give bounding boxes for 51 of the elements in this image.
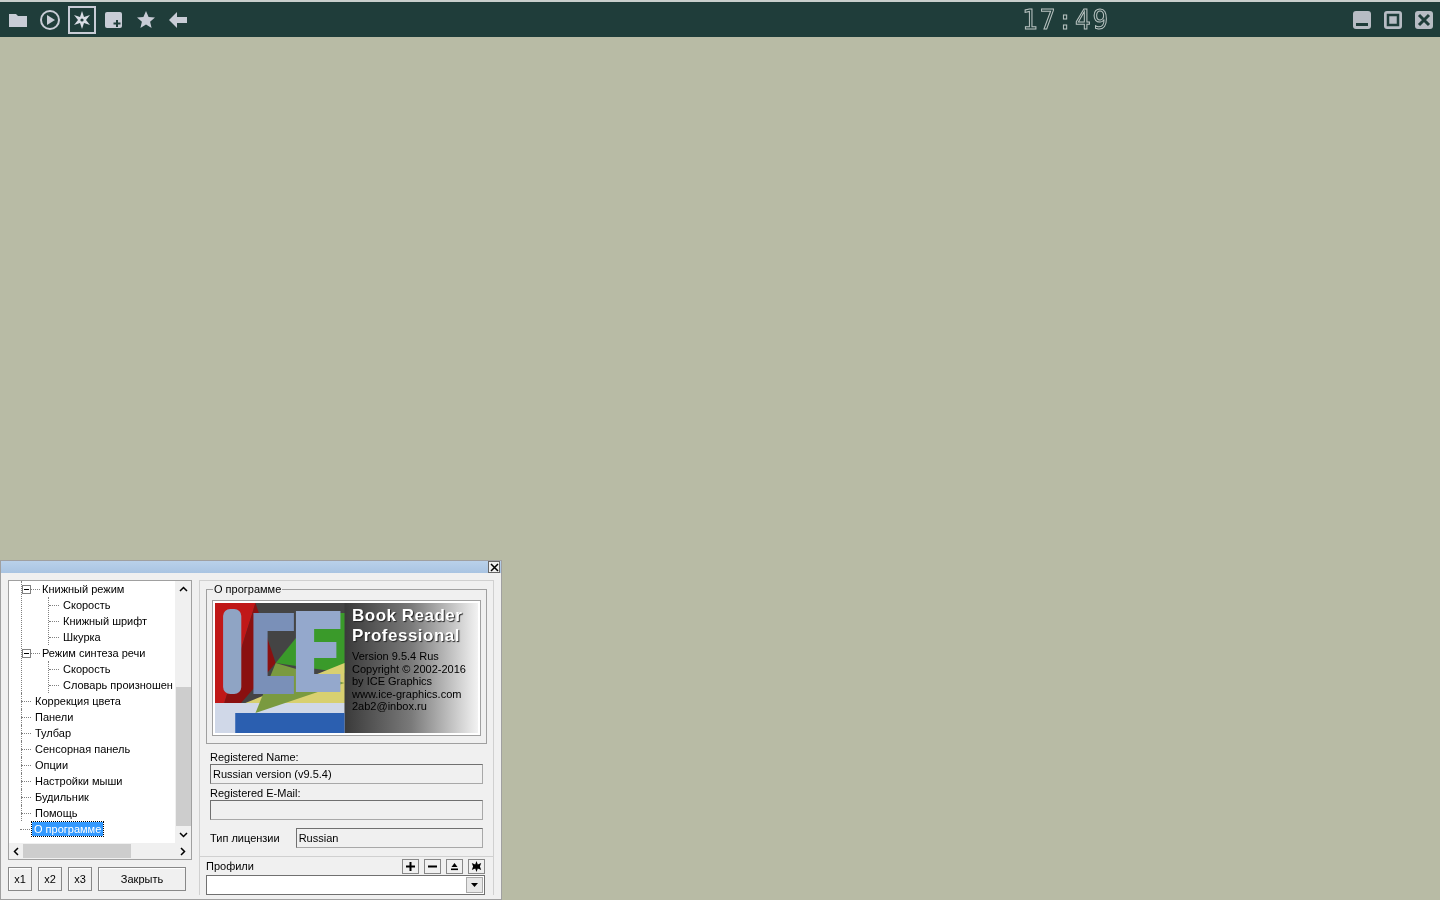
field-label: Registered Name: [210,750,300,764]
clock-time: 17:49 [1022,4,1111,35]
profiles-dropdown[interactable] [206,875,485,895]
field-label: Registered E-Mail: [210,786,302,800]
close-button[interactable] [1414,9,1434,30]
close-dialog-button[interactable]: Закрыть [98,867,186,891]
tree-item[interactable]: Помощь [33,806,80,820]
zoom-button[interactable]: x1 [8,867,32,891]
tree-item[interactable]: Скорость [61,662,113,676]
play-icon [39,8,61,31]
zoom-button[interactable]: x3 [68,867,92,891]
gear-button[interactable] [68,5,96,34]
tree-item[interactable]: Скорость [61,598,113,612]
tree-item[interactable]: Коррекция цвета [33,694,123,708]
version-info: Copyright © 2002-2016 [352,662,467,675]
collapse-icon[interactable] [22,584,31,594]
tree-item[interactable]: Режим синтеза речи [40,646,148,660]
remove-profile-button[interactable] [424,858,441,874]
tree-item[interactable]: Книжный режим [40,582,127,596]
horizontal-scrollbar[interactable] [9,843,191,859]
license-field[interactable]: Russian [295,828,483,848]
collapse-icon[interactable] [22,648,31,658]
gear-icon [471,860,482,872]
tree-item[interactable]: Сенсорная панель [33,742,133,756]
zoom-button[interactable]: x2 [38,867,62,891]
minimize-button[interactable] [1352,9,1372,30]
tree-item[interactable]: Настройки мыши [33,774,125,788]
vertical-scrollbar[interactable] [175,581,191,843]
plus-icon [405,860,416,872]
group-title: О программе [213,583,283,595]
name-field[interactable]: Russian version (v9.5.4) [210,764,483,784]
version-info: Version 9.5.4 Rus [352,650,440,663]
email-field[interactable] [210,800,483,820]
add-profile-button[interactable] [402,858,419,874]
tree-item[interactable]: Опции [33,758,71,772]
field-label: Тип лицензии [210,831,280,845]
eject-icon [449,860,460,872]
tree-item[interactable]: Панели [33,710,76,724]
version-info: by ICE Graphics [352,675,434,688]
product-title: Book Reader [352,606,464,626]
maximize-button[interactable] [1383,9,1403,30]
tree-item[interactable]: Книжный шрифт [61,614,150,628]
close-button[interactable] [488,561,500,573]
tree-item[interactable]: Тулбар [33,726,74,740]
profiles-label: Профили [206,859,254,873]
tree-item[interactable]: Будильник [33,790,91,804]
tree-item[interactable]: Шкурка [61,630,103,644]
tree-item[interactable]: Словарь произношен [61,678,175,692]
dropdown-arrow-icon [471,883,478,887]
eject-profile-button[interactable] [446,858,463,874]
settings-profile-button[interactable] [468,858,485,874]
